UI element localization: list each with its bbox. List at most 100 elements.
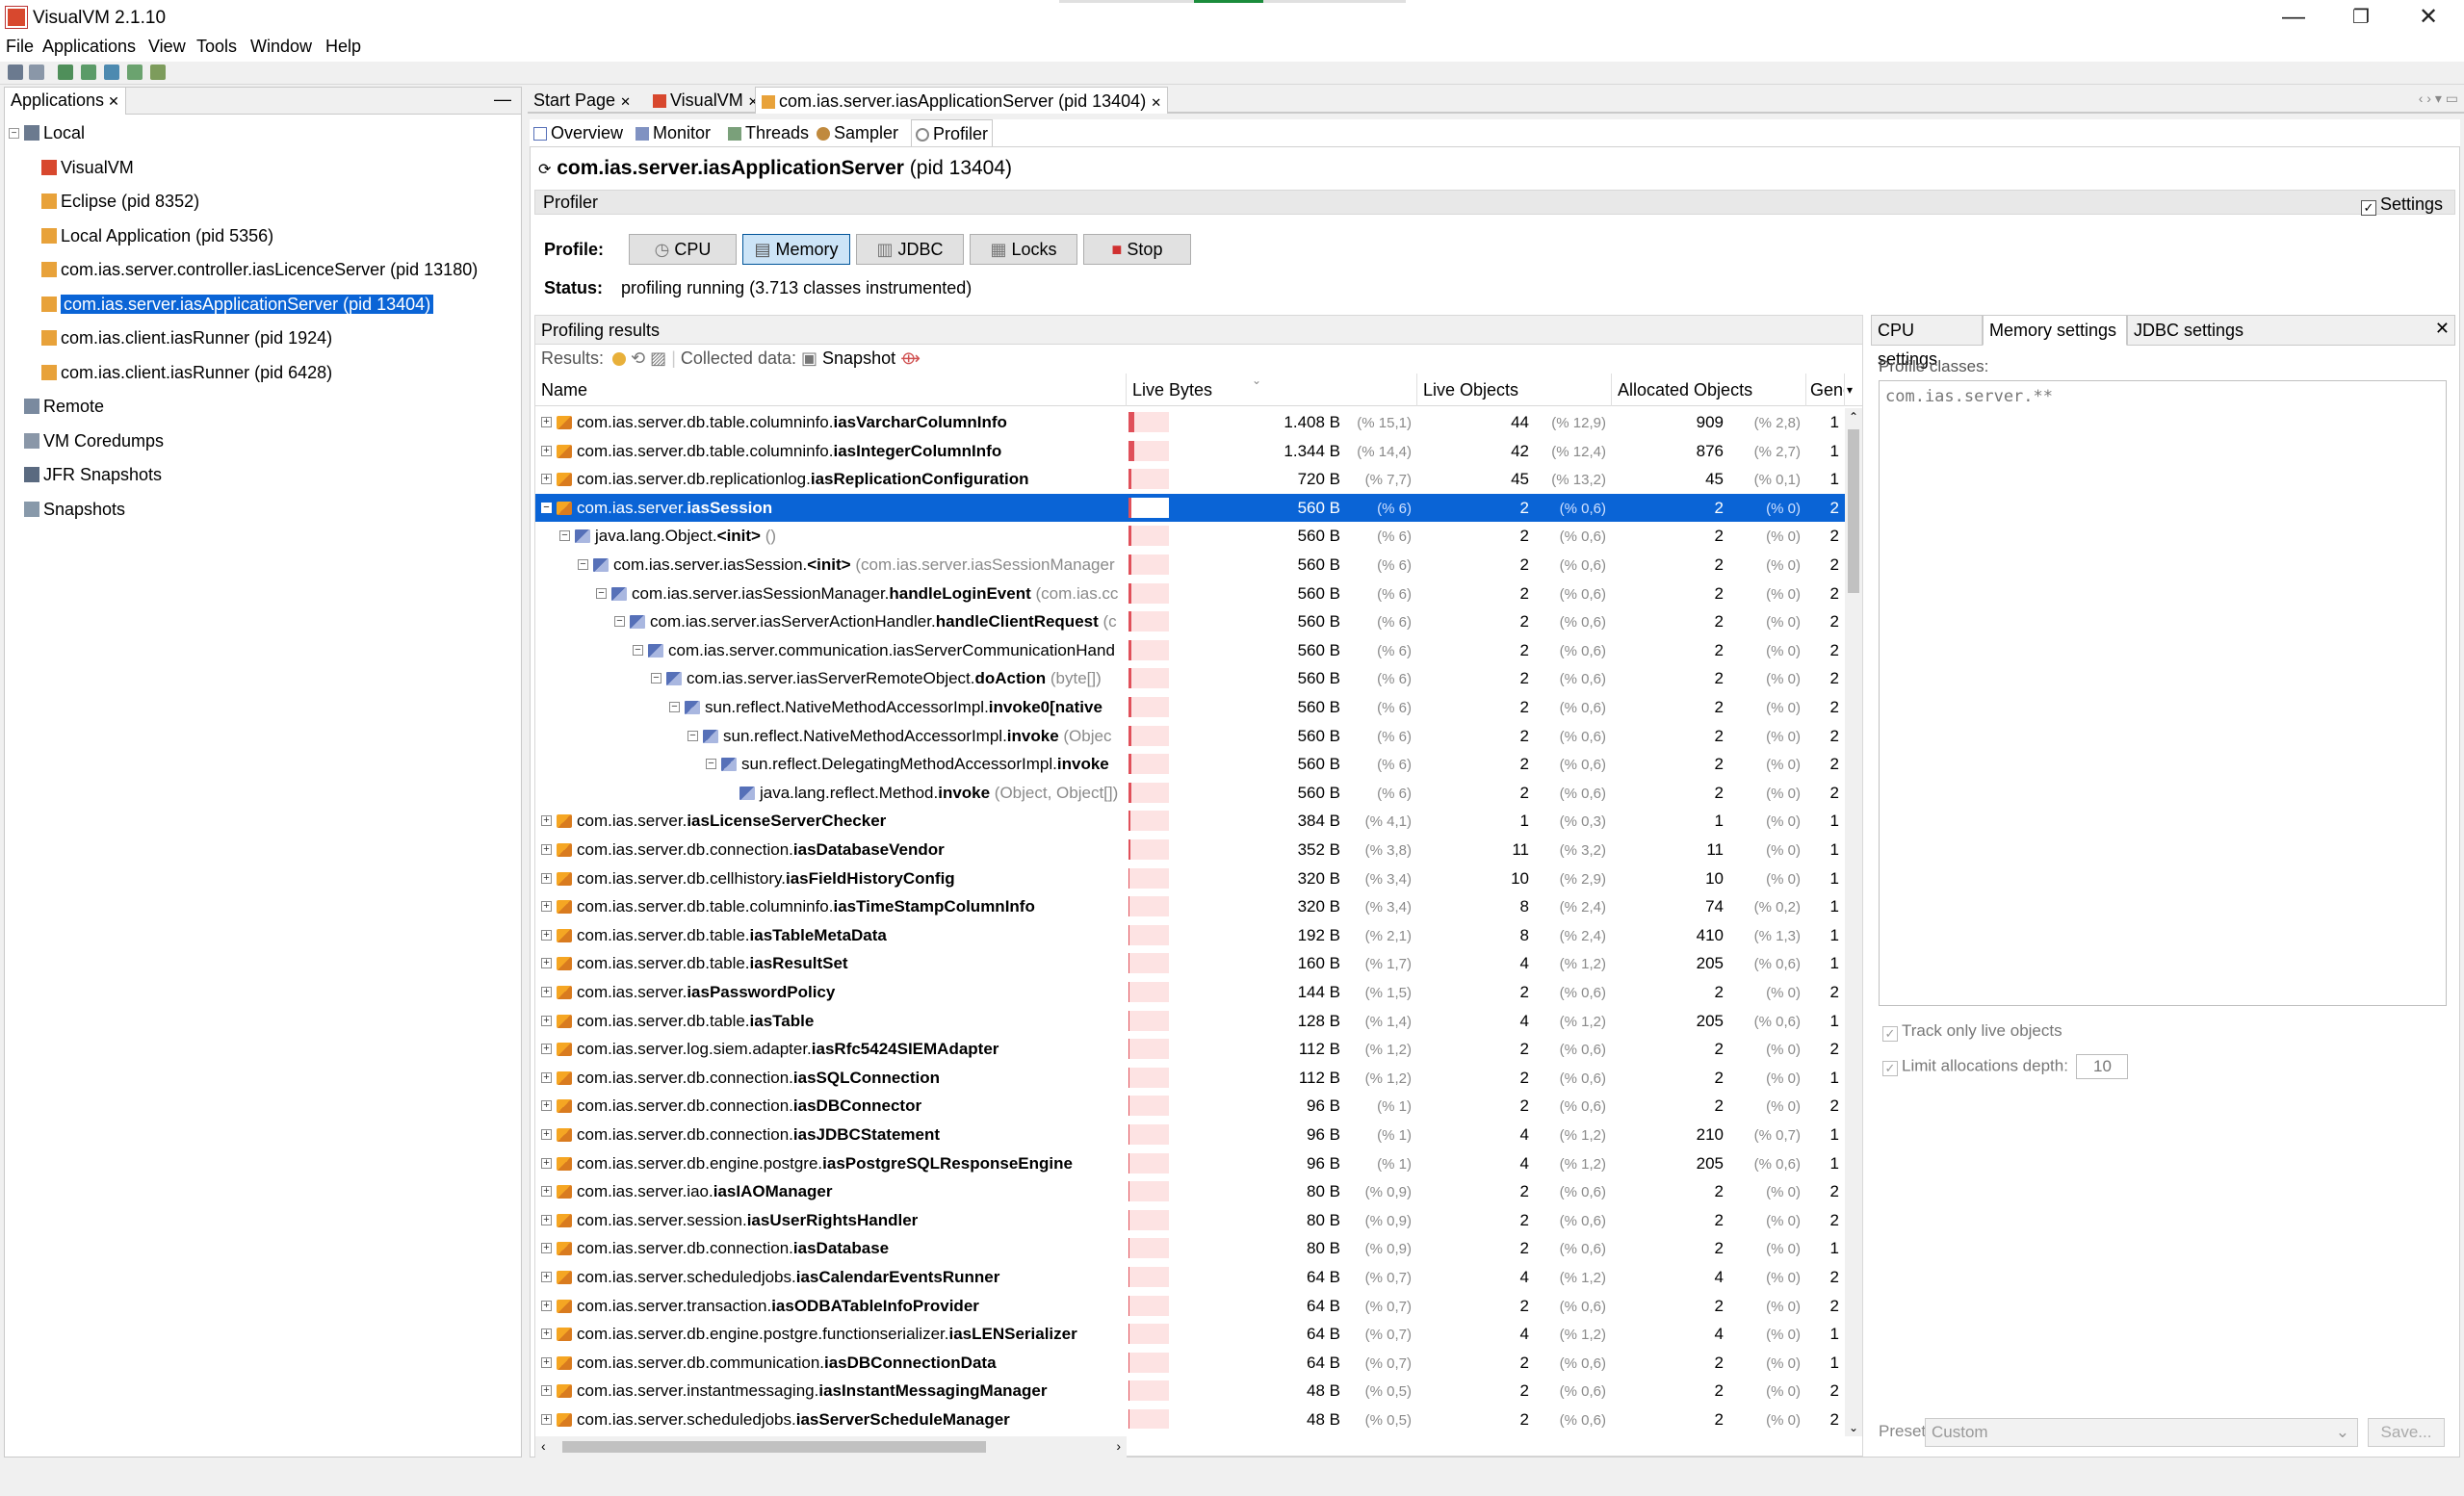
expand-icon[interactable]: + <box>541 417 552 427</box>
limit-depth-checkbox[interactable]: ✓ <box>1882 1061 1898 1077</box>
collapse-icon[interactable]: − <box>541 502 552 513</box>
tree-node[interactable]: com.ias.server.iasApplicationServer (pid… <box>41 292 435 317</box>
table-row[interactable]: + com.ias.server.db.table.columninfo.iasV… <box>535 408 1845 436</box>
horizontal-scrollbar[interactable]: ‹ › <box>535 1436 1127 1457</box>
table-row[interactable]: + com.ias.server.iao.iasIAOManager 80 B (% … <box>535 1177 1845 1205</box>
expand-icon[interactable]: + <box>541 844 552 855</box>
expand-icon[interactable]: + <box>541 1243 552 1254</box>
column-allocated-objects[interactable]: Allocated Objects <box>1612 374 1806 406</box>
thread-dump-icon[interactable] <box>81 64 96 80</box>
table-row[interactable]: + com.ias.server.iasLicenseServerChecker 3… <box>535 807 1845 835</box>
menu-file[interactable]: File <box>6 37 34 57</box>
load-snapshot-icon[interactable] <box>29 64 44 80</box>
table-row[interactable]: + com.ias.server.db.table.columninfo.iasI… <box>535 437 1845 465</box>
menu-help[interactable]: Help <box>325 37 361 57</box>
expand-icon[interactable]: + <box>541 1015 552 1026</box>
tree-node[interactable]: Remote <box>24 394 104 419</box>
menu-tools[interactable]: Tools <box>196 37 237 57</box>
expand-icon[interactable]: + <box>541 901 552 913</box>
tree-node[interactable]: Snapshots <box>24 497 125 522</box>
column-live-bytes[interactable]: Live Bytes ⌄ <box>1127 374 1417 406</box>
expand-icon[interactable]: + <box>541 1044 552 1055</box>
tab-cpu-settings[interactable]: CPU settings <box>1871 315 1983 369</box>
subtab-profiler[interactable]: Profiler <box>911 119 994 146</box>
scroll-down-icon[interactable]: ⌄ <box>1849 1421 1858 1434</box>
heap-dump-icon[interactable] <box>58 64 73 80</box>
table-row[interactable]: + com.ias.server.db.connection.iasDatabas… <box>535 836 1845 864</box>
minimize-button[interactable]: — <box>2260 0 2327 37</box>
table-row[interactable]: + com.ias.server.db.engine.postgre.functi… <box>535 1320 1845 1348</box>
subtab-monitor[interactable]: Monitor <box>632 119 714 146</box>
expand-icon[interactable]: + <box>541 1328 552 1340</box>
column-name[interactable]: Name <box>535 374 1127 406</box>
expand-icon[interactable]: + <box>541 445 552 456</box>
table-row[interactable]: + com.ias.server.iasPasswordPolicy 144 B (%… <box>535 978 1845 1006</box>
column-live-objects[interactable]: Live Objects <box>1417 374 1612 406</box>
table-row[interactable]: + com.ias.server.db.connection.iasSQLConn… <box>535 1064 1845 1092</box>
export-icon[interactable]: ▨ <box>650 348 666 368</box>
minimize-panel-icon[interactable]: — <box>494 90 511 110</box>
tab-application-server[interactable]: com.ias.server.iasApplicationServer (pid… <box>755 87 1169 114</box>
memory-mode-button[interactable]: ▤ Memory <box>742 234 850 265</box>
expand-icon[interactable]: + <box>541 987 552 997</box>
expand-icon[interactable]: + <box>541 1100 552 1112</box>
table-row[interactable]: − com.ias.server.iasSession 560 B (% 6) 2 (% … <box>535 493 1845 522</box>
locks-mode-button[interactable]: ▦ Locks <box>970 234 1077 265</box>
table-row[interactable]: + com.ias.server.db.communication.iasDBCo… <box>535 1349 1845 1377</box>
collapse-icon[interactable]: − <box>559 530 570 542</box>
column-generations[interactable]: Gener... <box>1806 374 1845 406</box>
menu-window[interactable]: Window <box>250 37 312 57</box>
table-row[interactable]: + com.ias.server.db.connection.iasDBConne… <box>535 1092 1845 1120</box>
track-live-checkbox[interactable]: ✓ <box>1882 1026 1898 1042</box>
collapse-icon[interactable]: − <box>669 702 680 712</box>
tree-node[interactable]: Local Application (pid 5356) <box>41 223 273 248</box>
table-row[interactable]: + com.ias.server.db.cellhistory.iasFieldH… <box>535 864 1845 892</box>
expand-icon[interactable]: + <box>541 1414 552 1425</box>
tab-visualvm[interactable]: VisualVM ✕ <box>647 87 765 114</box>
cpu-mode-button[interactable]: ◷ CPU <box>629 234 737 265</box>
table-row[interactable]: + com.ias.server.session.iasUserRightsHan… <box>535 1206 1845 1234</box>
subtab-overview[interactable]: Overview <box>530 119 627 146</box>
table-row[interactable]: + com.ias.server.db.connection.iasDatabas… <box>535 1234 1845 1262</box>
collapse-icon[interactable]: − <box>651 673 661 684</box>
table-row[interactable]: + com.ias.server.db.replicationlog.iasRep… <box>535 465 1845 493</box>
tab-jdbc-settings[interactable]: JDBC settings <box>2127 315 2455 346</box>
table-row[interactable]: + com.ias.server.db.connection.iasJDBCSta… <box>535 1121 1845 1148</box>
tree-node[interactable]: JFR Snapshots <box>24 462 162 487</box>
snapshot-button[interactable]: ▣ Snapshot <box>801 348 895 368</box>
table-row[interactable]: + com.ias.server.log.siem.adapter.iasRfc5… <box>535 1035 1845 1063</box>
collapse-icon[interactable]: − <box>706 759 716 770</box>
vertical-scroll-thumb[interactable] <box>1848 429 1859 593</box>
tree-node[interactable]: Local <box>24 120 85 145</box>
expand-icon[interactable]: + <box>541 929 552 941</box>
tree-node[interactable]: VM Coredumps <box>24 428 164 453</box>
expand-icon[interactable]: + <box>541 1272 552 1282</box>
expand-icon[interactable]: + <box>541 1214 552 1225</box>
scroll-right-icon[interactable]: › <box>1116 1438 1121 1454</box>
add-remote-host-icon[interactable] <box>127 64 143 80</box>
expand-icon[interactable]: + <box>541 1071 552 1083</box>
collapse-icon[interactable]: − <box>596 587 607 599</box>
table-row[interactable]: + com.ias.server.db.table.iasTableMetaDat… <box>535 921 1845 949</box>
subtab-sampler[interactable]: Sampler <box>813 119 902 146</box>
subtab-threads[interactable]: Threads <box>724 119 813 146</box>
expand-icon[interactable]: + <box>541 1385 552 1397</box>
table-row[interactable]: + com.ias.server.db.engine.postgre.iasPos… <box>535 1149 1845 1177</box>
profile-classes-textarea[interactable]: com.ias.server.** <box>1879 380 2447 1006</box>
expand-icon[interactable]: + <box>541 1356 552 1368</box>
table-row[interactable]: java.lang.reflect.Method.invoke (Object,… <box>535 779 1845 807</box>
table-row[interactable]: − com.ias.server.iasSession.<init> (com.i… <box>535 551 1845 579</box>
expand-icon[interactable]: + <box>541 1129 552 1140</box>
track-live-objects-option[interactable]: ✓ Track only live objects <box>1882 1021 2062 1042</box>
table-row[interactable]: − sun.reflect.NativeMethodAccessorImpl.in… <box>535 722 1845 750</box>
reset-icon[interactable]: ⟲ <box>631 348 645 368</box>
scroll-left-icon[interactable]: ‹ <box>541 1438 546 1454</box>
table-row[interactable]: − com.ias.server.iasServerActionHandler.h… <box>535 607 1845 635</box>
settings-checkbox[interactable]: ✓ <box>2360 200 2376 216</box>
table-row[interactable]: − com.ias.server.iasSessionManager.handle… <box>535 580 1845 607</box>
expand-icon[interactable]: + <box>541 872 552 884</box>
collapse-icon[interactable]: − <box>633 644 643 656</box>
table-row[interactable]: − java.lang.Object.<init> () 560 B (% 6) 2 (%… <box>535 522 1845 550</box>
column-chooser-icon[interactable]: ▾ <box>1845 374 1862 406</box>
tab-start-page[interactable]: Start Page ✕ <box>528 87 636 114</box>
